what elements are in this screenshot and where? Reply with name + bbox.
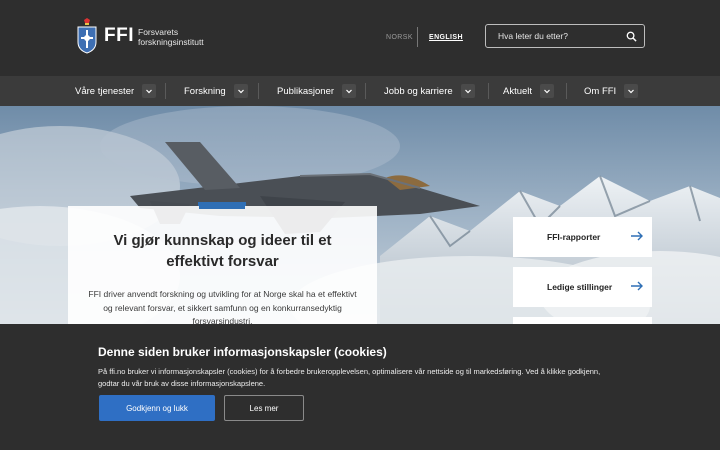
quick-link-ledige-stillinger[interactable]: Ledige stillinger <box>513 267 652 307</box>
accept-cookies-button[interactable]: Godkjenn og lukk <box>99 395 215 421</box>
chevron-down-icon[interactable] <box>460 84 475 98</box>
arrow-right-icon <box>631 231 643 241</box>
hero-card: Vi gjør kunnskap og ideer til et effekti… <box>68 206 377 326</box>
nav-separator <box>488 83 489 99</box>
hero-banner: Vi gjør kunnskap og ideer til et effekti… <box>0 106 720 326</box>
nav-separator <box>165 83 166 99</box>
main-nav: Våre tjenester Forskning Publikasjoner J… <box>0 76 720 106</box>
nav-separator <box>365 83 366 99</box>
chevron-down-icon[interactable] <box>624 84 639 98</box>
nav-item-publikasjoner[interactable]: Publikasjoner <box>277 76 357 106</box>
chevron-down-icon[interactable] <box>142 84 157 98</box>
hero-text: FFI driver anvendt forskning og utviklin… <box>88 289 357 326</box>
read-more-button[interactable]: Les mer <box>224 395 304 421</box>
lang-english-link[interactable]: ENGLISH <box>429 34 463 41</box>
nav-item-forskning[interactable]: Forskning <box>184 76 248 106</box>
hero-card-accent <box>199 206 245 209</box>
logo-abbr: FFI <box>104 25 134 46</box>
chevron-down-icon[interactable] <box>233 84 248 98</box>
search-box <box>485 24 645 48</box>
nav-separator <box>258 83 259 99</box>
hero-title: Vi gjør kunnskap og ideer til et effekti… <box>113 232 332 270</box>
site-header: FFI Forsvarets forskningsinstitutt NORSK… <box>0 0 720 76</box>
lang-divider <box>417 27 418 47</box>
nav-item-om-ffi[interactable]: Om FFI <box>584 76 639 106</box>
chevron-down-icon[interactable] <box>342 84 357 98</box>
search-icon[interactable] <box>626 31 637 42</box>
cookie-title: Denne siden bruker informasjonskapsler (… <box>98 345 387 359</box>
cookie-banner: Denne siden bruker informasjonskapsler (… <box>0 324 720 450</box>
ffi-logo[interactable]: FFI Forsvarets forskningsinstitutt <box>76 18 204 54</box>
crest-icon <box>77 18 97 54</box>
lang-norsk-link[interactable]: NORSK <box>386 34 413 41</box>
nav-item-jobb[interactable]: Jobb og karriere <box>384 76 475 106</box>
arrow-right-icon <box>631 281 643 291</box>
nav-item-tjenester[interactable]: Våre tjenester <box>75 76 157 106</box>
chevron-down-icon[interactable] <box>540 84 555 98</box>
logo-subtitle: Forsvarets forskningsinstitutt <box>138 26 204 47</box>
nav-separator <box>566 83 567 99</box>
search-input[interactable] <box>486 31 621 41</box>
cookie-text: På ffi.no bruker vi informasjonskapsler … <box>98 367 601 388</box>
nav-item-aktuelt[interactable]: Aktuelt <box>503 76 555 106</box>
quick-link-ffi-rapporter[interactable]: FFI-rapporter <box>513 217 652 257</box>
